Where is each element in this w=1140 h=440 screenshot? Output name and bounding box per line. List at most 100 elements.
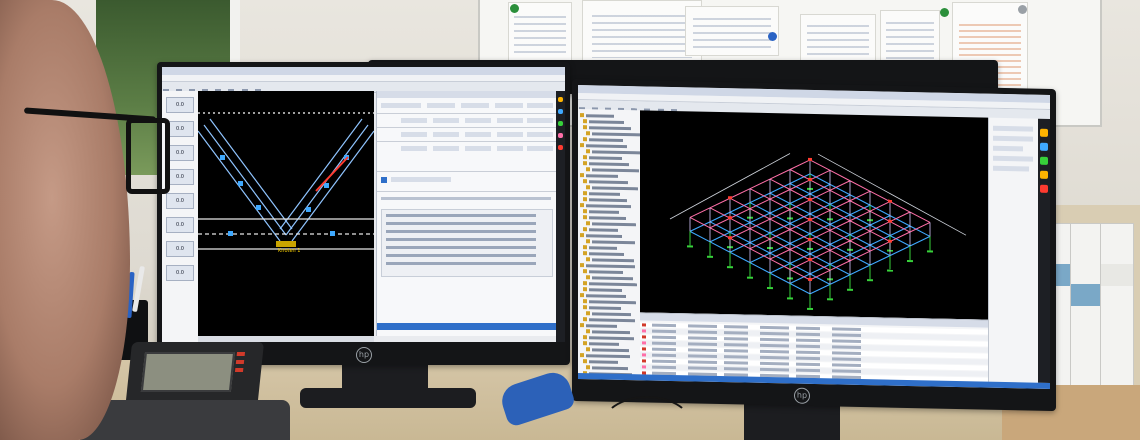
value-box[interactable]: 0.0 — [166, 217, 194, 233]
tree-item[interactable] — [586, 114, 614, 118]
folder-icon[interactable] — [583, 287, 587, 292]
connection-viewport[interactable]: Knoten 1 — [197, 91, 375, 336]
folder-icon[interactable] — [583, 119, 587, 124]
tree-item[interactable] — [589, 228, 618, 232]
tree-item[interactable] — [589, 306, 621, 310]
folder-icon[interactable] — [583, 335, 587, 340]
dock-button[interactable] — [1040, 142, 1048, 151]
tree-item[interactable] — [592, 258, 634, 263]
folder-icon[interactable] — [583, 227, 587, 232]
tree-item[interactable] — [589, 180, 628, 185]
folder-icon[interactable] — [586, 365, 590, 370]
tree-item[interactable] — [589, 360, 618, 364]
checkbox[interactable] — [381, 177, 387, 183]
field[interactable] — [381, 103, 421, 108]
field[interactable] — [495, 103, 523, 108]
folder-icon[interactable] — [583, 251, 587, 256]
tree-item[interactable] — [589, 270, 623, 274]
results-table[interactable] — [640, 312, 988, 383]
tree-item[interactable] — [589, 246, 617, 250]
tree-item[interactable] — [589, 120, 624, 125]
field[interactable] — [993, 155, 1033, 162]
tree-item[interactable] — [592, 276, 633, 281]
folder-icon[interactable] — [586, 329, 590, 334]
tree-item[interactable] — [592, 330, 630, 335]
folder-icon[interactable] — [583, 269, 587, 274]
folder-icon[interactable] — [580, 203, 584, 208]
dock-button[interactable] — [1040, 156, 1048, 165]
folder-icon[interactable] — [586, 221, 590, 226]
value-box[interactable]: 0.0 — [166, 169, 194, 185]
tree-item[interactable] — [589, 288, 622, 292]
folder-icon[interactable] — [583, 317, 587, 322]
folder-icon[interactable] — [586, 185, 590, 190]
field[interactable] — [497, 146, 523, 151]
folder-icon[interactable] — [580, 263, 584, 268]
field[interactable] — [497, 132, 523, 137]
tree-item[interactable] — [589, 162, 629, 167]
field[interactable] — [391, 177, 451, 182]
field[interactable] — [993, 135, 1033, 142]
folder-icon[interactable] — [586, 167, 590, 172]
tree-item[interactable] — [586, 264, 635, 269]
tree-item[interactable] — [589, 198, 627, 203]
dock-button[interactable] — [558, 145, 563, 150]
tree-item[interactable] — [592, 186, 638, 191]
value-box[interactable]: 0.0 — [166, 265, 194, 281]
field[interactable] — [401, 146, 427, 151]
dock-button[interactable] — [1040, 170, 1048, 179]
dock-button[interactable] — [558, 109, 563, 114]
value-box[interactable]: 0.0 — [166, 145, 194, 161]
tree-item[interactable] — [586, 144, 627, 149]
model-viewport[interactable] — [640, 110, 988, 320]
tree-item[interactable] — [586, 174, 618, 178]
tree-item[interactable] — [586, 354, 630, 359]
tree-item[interactable] — [589, 336, 634, 341]
folder-icon[interactable] — [580, 323, 584, 328]
folder-icon[interactable] — [583, 125, 587, 130]
tree-item[interactable] — [586, 204, 631, 209]
folder-icon[interactable] — [583, 299, 587, 304]
tree-item[interactable] — [592, 240, 635, 245]
field[interactable] — [993, 125, 1033, 132]
folder-icon[interactable] — [586, 131, 590, 136]
tree-item[interactable] — [589, 192, 620, 196]
project-navigator[interactable] — [578, 109, 641, 377]
tree-item[interactable] — [589, 138, 623, 142]
folder-icon[interactable] — [583, 215, 587, 220]
field[interactable] — [993, 145, 1023, 152]
field[interactable] — [527, 132, 553, 137]
field[interactable] — [401, 118, 427, 123]
folder-icon[interactable] — [583, 281, 587, 286]
field[interactable] — [465, 118, 491, 123]
folder-icon[interactable] — [583, 341, 587, 346]
field[interactable] — [993, 165, 1029, 172]
tree-item[interactable] — [586, 324, 617, 328]
dock-button[interactable] — [558, 97, 563, 102]
tree-item[interactable] — [589, 300, 636, 305]
field[interactable] — [401, 132, 427, 137]
tree-item[interactable] — [589, 210, 619, 214]
tree-item[interactable] — [592, 150, 640, 155]
folder-icon[interactable] — [583, 209, 587, 214]
dock-button[interactable] — [558, 121, 563, 126]
field[interactable] — [427, 103, 455, 108]
folder-icon[interactable] — [583, 191, 587, 196]
results-list[interactable] — [381, 209, 553, 277]
tree-item[interactable] — [589, 252, 624, 257]
field[interactable] — [465, 146, 491, 151]
field[interactable] — [527, 118, 553, 123]
tree-item[interactable] — [586, 234, 622, 238]
folder-icon[interactable] — [580, 293, 584, 298]
folder-icon[interactable] — [586, 275, 590, 280]
tree-item[interactable] — [589, 156, 622, 160]
folder-icon[interactable] — [580, 143, 584, 148]
field[interactable] — [527, 146, 553, 151]
value-box[interactable]: 0.0 — [166, 121, 194, 137]
folder-icon[interactable] — [583, 179, 587, 184]
field[interactable] — [465, 132, 491, 137]
folder-icon[interactable] — [583, 359, 587, 364]
folder-icon[interactable] — [580, 113, 584, 118]
field[interactable] — [433, 146, 459, 151]
tree-item[interactable] — [589, 216, 626, 221]
